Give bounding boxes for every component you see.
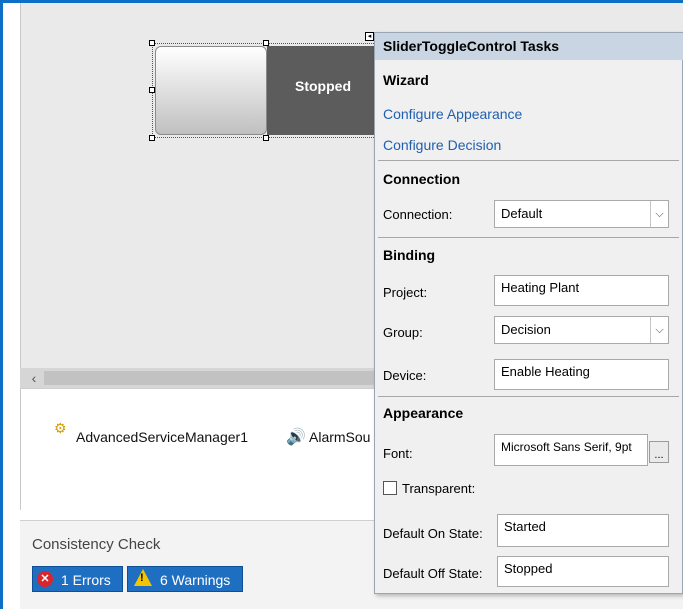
binding-heading: Binding (383, 247, 436, 263)
resize-handle-middle-left[interactable] (149, 87, 155, 93)
section-divider (378, 160, 679, 161)
font-field[interactable]: Microsoft Sans Serif, 9pt (494, 434, 648, 466)
font-label: Font: (383, 446, 413, 461)
configure-decision-link[interactable]: Configure Decision (383, 137, 501, 153)
resize-handle-bottom-middle[interactable] (263, 135, 269, 141)
slider-state-label: Stopped (295, 78, 351, 94)
default-on-label: Default On State: (383, 526, 483, 541)
connection-heading: Connection (383, 171, 460, 187)
font-picker-button[interactable]: ... (649, 441, 669, 463)
section-divider (378, 396, 679, 397)
group-dropdown[interactable]: Decision ⌵ (494, 316, 669, 344)
warning-exclamation: ! (140, 572, 144, 584)
resize-handle-top-middle[interactable] (263, 40, 269, 46)
device-label: Device: (383, 368, 427, 383)
project-field[interactable]: Heating Plant (494, 275, 669, 306)
device-field[interactable]: Enable Heating (494, 359, 669, 390)
project-label: Project: (383, 285, 428, 300)
consistency-check-title: Consistency Check (32, 536, 161, 553)
connection-dropdown[interactable]: Default ⌵ (494, 200, 669, 228)
connection-value: Default (501, 206, 543, 221)
service-manager-icon: ⚙ (54, 420, 67, 436)
group-label: Group: (383, 325, 423, 340)
chevron-down-icon[interactable]: ⌵ (650, 201, 668, 227)
transparent-label: Transparent: (402, 481, 476, 496)
connection-label: Connection: (383, 207, 453, 222)
configure-appearance-link[interactable]: Configure Appearance (383, 106, 522, 122)
tray-item-service-manager[interactable]: AdvancedServiceManager1 (76, 429, 248, 445)
wizard-heading: Wizard (383, 72, 429, 88)
resize-handle-top-left[interactable] (149, 40, 155, 46)
error-icon: ✕ (37, 571, 53, 587)
scroll-left-icon[interactable]: ‹ (24, 368, 44, 388)
tray-item-alarm[interactable]: AlarmSou (309, 429, 379, 445)
default-on-field[interactable]: Started (497, 514, 669, 547)
section-divider (378, 237, 679, 238)
resize-handle-bottom-left[interactable] (149, 135, 155, 141)
default-off-field[interactable]: Stopped (497, 556, 669, 587)
default-off-label: Default Off State: (383, 566, 483, 581)
chevron-down-icon[interactable]: ⌵ (650, 317, 668, 343)
group-value: Decision (501, 322, 551, 337)
smart-tag-glyph[interactable]: ◂ (365, 32, 374, 41)
slider-knob[interactable] (155, 46, 267, 135)
speaker-icon: 🔊 (286, 429, 306, 446)
appearance-heading: Appearance (383, 405, 464, 421)
transparent-checkbox[interactable] (383, 481, 397, 495)
tasks-panel-title: SliderToggleControl Tasks (375, 33, 683, 60)
